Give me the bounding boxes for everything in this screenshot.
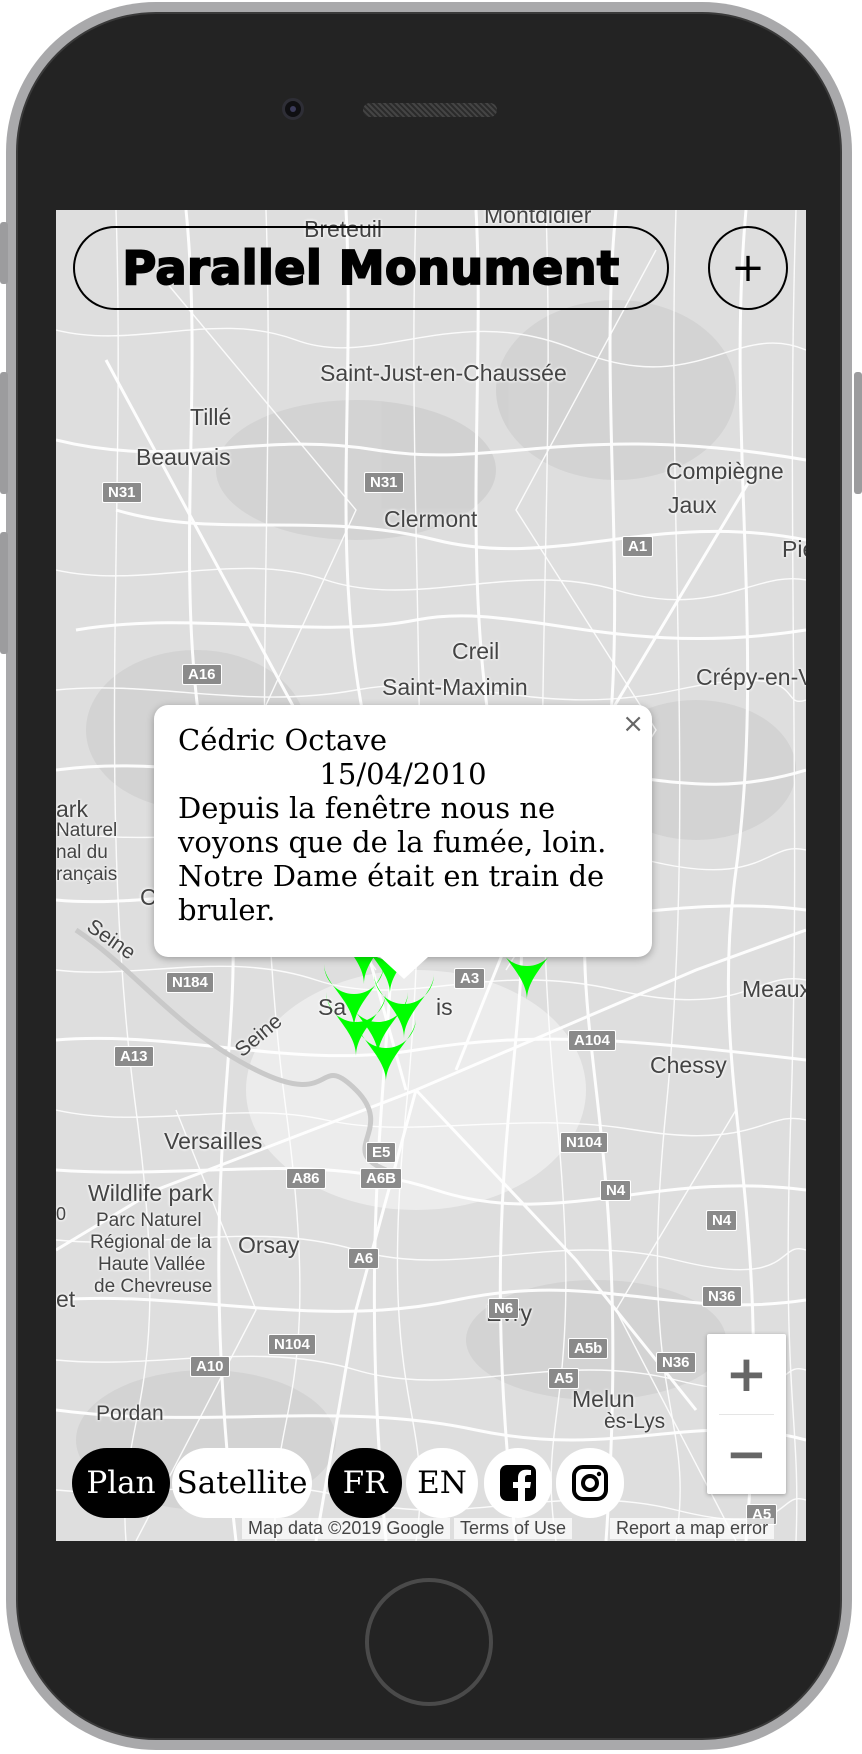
popup-text: Depuis la fenêtre nous ne voyons que de … (178, 791, 607, 927)
place-label: Creil (452, 638, 500, 664)
instagram-icon (572, 1465, 608, 1501)
report-map-error-link[interactable]: Report a map error (610, 1518, 775, 1539)
phone-volume-up (0, 372, 8, 494)
road-shield: N6 (488, 1298, 520, 1319)
road-shield: A86 (286, 1168, 326, 1189)
place-label: Saint-Maximin (382, 674, 528, 700)
place-label: Melun (572, 1386, 635, 1412)
place-label: Sa (318, 994, 347, 1020)
road-shield: N104 (268, 1334, 316, 1355)
language-en-button[interactable]: EN (406, 1448, 478, 1518)
front-camera-icon (282, 98, 304, 120)
road-shield: N31 (102, 482, 142, 503)
road-shield: A10 (190, 1356, 230, 1377)
zoom-out-button[interactable]: − (707, 1414, 786, 1494)
home-button[interactable] (365, 1578, 493, 1706)
close-icon[interactable]: × (622, 711, 644, 737)
zoom-control: + − (707, 1334, 786, 1494)
place-label: Clermont (384, 506, 478, 532)
road-shield: N31 (364, 472, 404, 493)
popup-date: 15/04/2010 (319, 757, 487, 791)
place-label: Régional de la (90, 1232, 212, 1253)
place-label: Crépy-en-V (696, 664, 806, 690)
app-title: Parallel Monument (121, 240, 620, 296)
speaker-grille (363, 103, 497, 117)
place-label: 0 (56, 1204, 67, 1224)
road-shield: A16 (182, 664, 222, 685)
road-shield: A3 (454, 968, 486, 989)
memory-popup: × Cédric Octave 15/04/2010 Depuis la fen… (154, 705, 652, 979)
place-label: nal du (56, 842, 108, 863)
road-shield: N104 (560, 1132, 608, 1153)
road-shield: A104 (568, 1030, 616, 1051)
zoom-divider (719, 1414, 774, 1415)
place-label: Meaux (742, 976, 806, 1002)
road-shield: N184 (166, 972, 214, 993)
map-data-attribution: Map data ©2019 Google (242, 1518, 451, 1539)
place-label: is (436, 994, 453, 1020)
phone-power-button (854, 372, 862, 494)
road-shield: A1 (622, 536, 654, 557)
place-label: Beauvais (136, 444, 231, 470)
map-type-plan-button[interactable]: Plan (72, 1448, 170, 1518)
road-shield: N36 (656, 1352, 696, 1373)
place-label: Wildlife park (88, 1180, 214, 1206)
place-label: Haute Vallée (98, 1254, 206, 1275)
place-label: Naturel (56, 820, 118, 841)
road-shield: A5b (568, 1338, 609, 1359)
map-type-satellite-button[interactable]: Satellite (172, 1448, 312, 1518)
terms-link[interactable]: Terms of Use (454, 1518, 573, 1539)
place-label: et (56, 1286, 76, 1312)
phone-mute-switch (0, 222, 8, 284)
app-screen: Montdidier Breteuil Saint-Just-en-Chauss… (56, 210, 806, 1541)
place-label: Saint-Just-en-Chaussée (320, 360, 567, 386)
road-shield: N36 (702, 1286, 742, 1307)
road-shield: A5 (548, 1368, 580, 1389)
road-shield: N4 (706, 1210, 738, 1231)
place-label: Compiègne (666, 458, 784, 484)
facebook-icon (500, 1465, 536, 1502)
road-shield: A6B (360, 1168, 403, 1189)
instagram-button[interactable] (556, 1448, 624, 1518)
language-fr-button[interactable]: FR (328, 1448, 402, 1518)
place-label: rançais (56, 864, 118, 885)
place-label: Pordan (96, 1402, 164, 1425)
place-label: Versailles (164, 1128, 263, 1154)
place-label: ark (56, 796, 88, 822)
place-label: Jaux (668, 492, 717, 518)
place-label: de Chevreuse (94, 1276, 213, 1297)
place-label: ès-Lys (604, 1410, 666, 1433)
road-shield: A6 (348, 1248, 380, 1269)
place-label: Orsay (238, 1232, 300, 1258)
facebook-button[interactable] (484, 1448, 552, 1518)
popup-author: Cédric Octave (178, 723, 388, 757)
place-label: Chessy (650, 1052, 727, 1078)
place-label: Pie (782, 536, 806, 562)
plus-icon: + (731, 245, 765, 291)
app-title-pill[interactable]: Parallel Monument (73, 226, 669, 310)
road-shield: N4 (600, 1180, 632, 1201)
place-label: Tillé (190, 404, 232, 430)
phone-volume-down (0, 532, 8, 654)
add-memory-button[interactable]: + (708, 226, 788, 310)
zoom-in-button[interactable]: + (707, 1334, 786, 1414)
place-label: Parc Naturel (96, 1210, 202, 1231)
road-shield: A13 (114, 1046, 154, 1067)
road-shield: E5 (366, 1142, 397, 1163)
